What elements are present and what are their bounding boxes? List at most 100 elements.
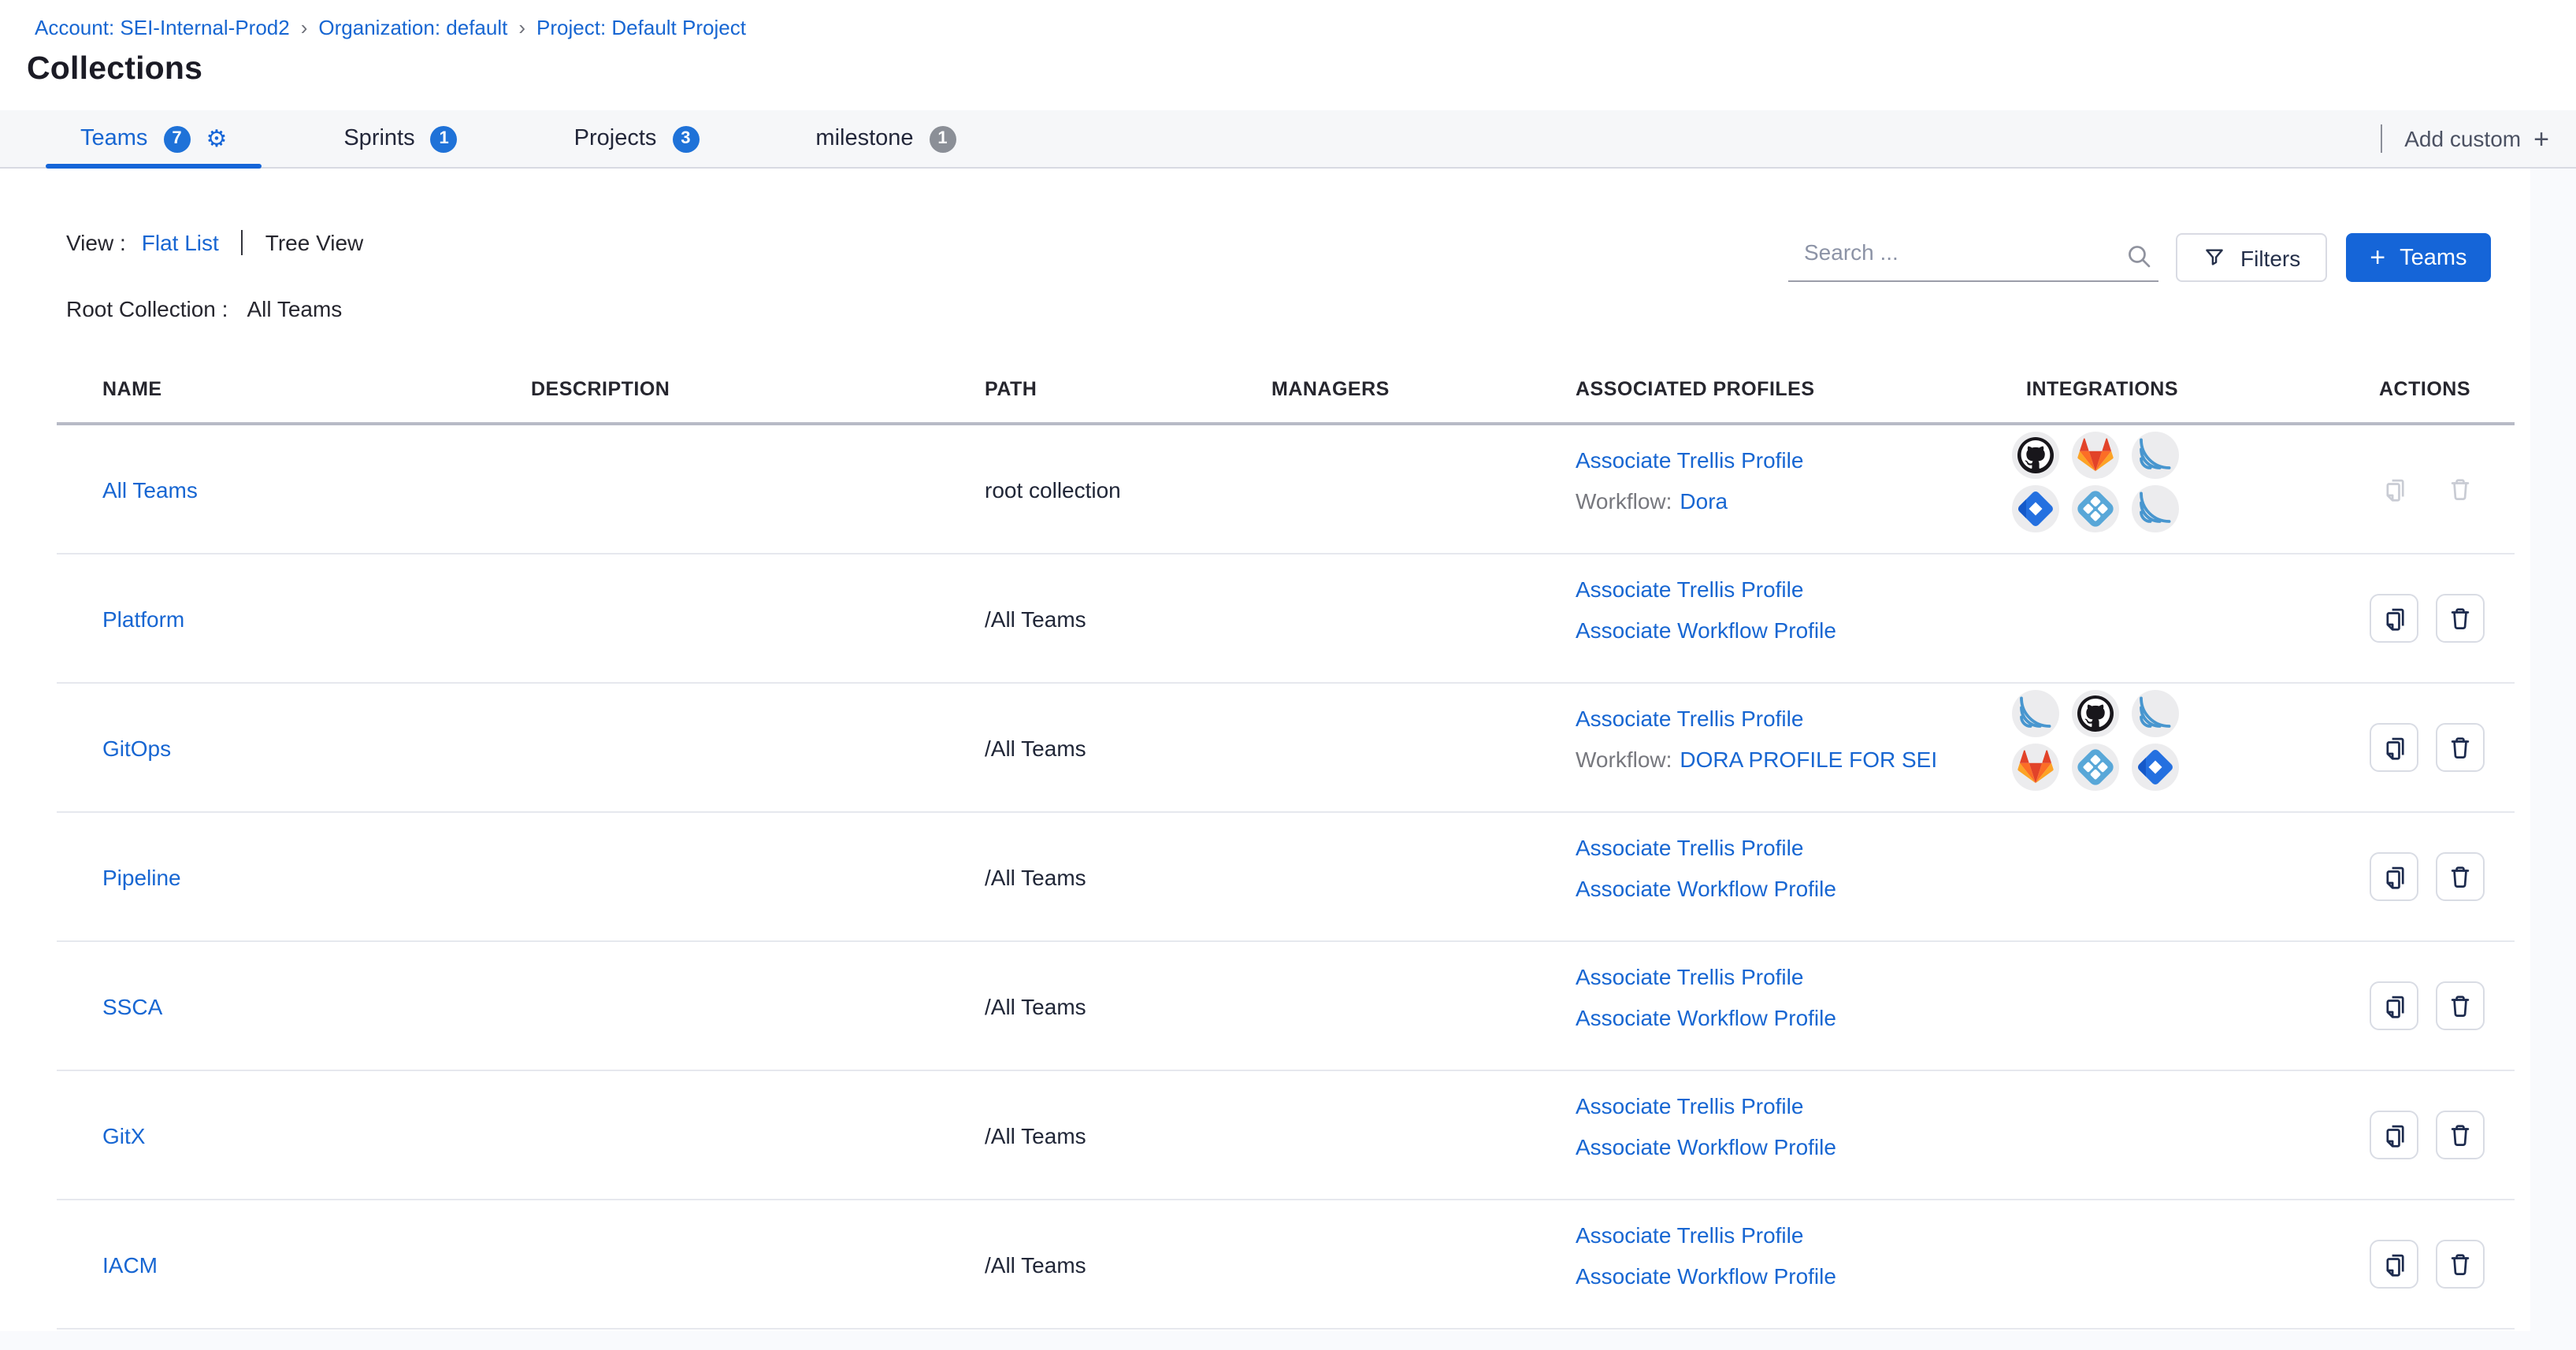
associate-trellis-profile-link[interactable]: Associate Trellis Profile [1576, 827, 1803, 868]
copy-icon [2381, 863, 2407, 890]
diamond-grid-icon [2072, 744, 2119, 791]
copy-icon [2381, 1251, 2407, 1278]
collections-table: NAME DESCRIPTION PATH MANAGERS ASSOCIATE… [57, 356, 2515, 1330]
plus-icon: + [2370, 244, 2385, 271]
delete-button [2436, 465, 2485, 514]
filters-button[interactable]: Filters [2176, 233, 2327, 282]
delete-button[interactable] [2436, 852, 2485, 901]
copy-button [2370, 465, 2418, 514]
delete-button[interactable] [2436, 981, 2485, 1030]
trash-icon [2447, 1122, 2474, 1148]
associate-trellis-profile-link[interactable]: Associate Trellis Profile [1576, 439, 1803, 480]
column-header-actions: ACTIONS [2363, 378, 2515, 400]
associate-workflow-profile-link[interactable]: Associate Workflow Profile [1576, 868, 1836, 909]
trash-icon [2447, 992, 2474, 1019]
tab-teams-count-badge: 7 [163, 125, 190, 152]
copy-icon [2381, 734, 2407, 761]
diamond-grid-icon [2072, 485, 2119, 532]
associate-trellis-profile-link[interactable]: Associate Trellis Profile [1576, 1085, 1803, 1126]
tab-teams[interactable]: Teams 7 ⚙ [46, 110, 262, 167]
tab-projects[interactable]: Projects 3 [540, 110, 734, 167]
delete-button[interactable] [2436, 1111, 2485, 1159]
column-header-integrations: INTEGRATIONS [2026, 378, 2363, 400]
associate-trellis-profile-link[interactable]: Associate Trellis Profile [1576, 698, 1803, 739]
tab-sprints-count-badge: 1 [431, 125, 458, 152]
sonarqube-icon [2132, 432, 2179, 479]
delete-button[interactable] [2436, 1240, 2485, 1289]
trash-icon [2447, 476, 2474, 503]
associate-workflow-profile-link[interactable]: Associate Workflow Profile [1576, 610, 1836, 651]
collection-tabs: Teams 7 ⚙ Sprints 1 Projects 3 milestone… [0, 110, 2576, 169]
table-row: Platform /All Teams Associate Trellis Pr… [57, 554, 2515, 684]
root-collection-row: Root Collection : All Teams [66, 296, 342, 321]
copy-button[interactable] [2370, 723, 2418, 772]
tab-sprints[interactable]: Sprints 1 [309, 110, 492, 167]
breadcrumb-organization-link[interactable]: Organization: default [318, 16, 507, 39]
column-header-name: NAME [57, 378, 531, 400]
table-row: GitX /All Teams Associate Trellis Profil… [57, 1071, 2515, 1200]
copy-button[interactable] [2370, 1240, 2418, 1289]
breadcrumb: Account: SEI-Internal-Prod2 › Organizati… [35, 16, 746, 39]
page-right-gutter [2530, 169, 2576, 1350]
view-tree-view-option[interactable]: Tree View [265, 230, 364, 255]
collection-name-link[interactable]: Pipeline [102, 864, 181, 889]
trash-icon [2447, 863, 2474, 890]
workflow-profile-link[interactable]: DORA PROFILE FOR SEI [1680, 739, 1937, 780]
path-value: /All Teams [985, 993, 1086, 1018]
path-value: /All Teams [985, 735, 1086, 760]
copy-button[interactable] [2370, 1111, 2418, 1159]
associate-trellis-profile-link[interactable]: Associate Trellis Profile [1576, 1215, 1803, 1255]
gitlab-icon [2072, 432, 2119, 479]
add-custom-label: Add custom [2404, 126, 2521, 151]
associate-trellis-profile-link[interactable]: Associate Trellis Profile [1576, 956, 1803, 997]
table-row: IACM /All Teams Associate Trellis Profil… [57, 1200, 2515, 1330]
sonarqube-icon [2132, 690, 2179, 737]
delete-button[interactable] [2436, 594, 2485, 643]
view-flat-list-option[interactable]: Flat List [142, 230, 219, 255]
collection-name-link[interactable]: Platform [102, 606, 184, 631]
collection-name-link[interactable]: GitOps [102, 735, 171, 760]
copy-button[interactable] [2370, 981, 2418, 1030]
tab-milestone[interactable]: milestone 1 [781, 110, 990, 167]
table-row: All Teams root collection Associate Trel… [57, 425, 2515, 554]
associate-workflow-profile-link[interactable]: Associate Workflow Profile [1576, 1126, 1836, 1167]
search-input[interactable] [1788, 234, 2158, 281]
trash-icon [2447, 734, 2474, 761]
tab-sprints-label: Sprints [343, 126, 414, 151]
add-custom-button[interactable]: Add custom + [2404, 125, 2549, 152]
column-header-managers: MANAGERS [1271, 378, 1576, 400]
copy-button[interactable] [2370, 852, 2418, 901]
gear-icon[interactable]: ⚙ [206, 127, 227, 150]
root-collection-label: Root Collection : [66, 296, 228, 321]
breadcrumb-project-link[interactable]: Project: Default Project [536, 16, 746, 39]
chevron-right-icon: › [301, 16, 308, 39]
collection-name-link[interactable]: GitX [102, 1122, 145, 1148]
column-header-description: DESCRIPTION [531, 378, 985, 400]
table-header: NAME DESCRIPTION PATH MANAGERS ASSOCIATE… [57, 356, 2515, 425]
chevron-right-icon: › [518, 16, 525, 39]
associate-workflow-profile-link[interactable]: Associate Workflow Profile [1576, 1255, 1836, 1296]
collection-name-link[interactable]: IACM [102, 1252, 158, 1277]
delete-button[interactable] [2436, 723, 2485, 772]
divider [2381, 124, 2382, 153]
collection-name-link[interactable]: SSCA [102, 993, 162, 1018]
breadcrumb-account-link[interactable]: Account: SEI-Internal-Prod2 [35, 16, 290, 39]
github-icon [2012, 432, 2059, 479]
plus-icon: + [2533, 125, 2549, 152]
workflow-profile-link[interactable]: Dora [1680, 480, 1728, 521]
copy-button[interactable] [2370, 594, 2418, 643]
add-teams-button[interactable]: + Teams [2346, 233, 2490, 282]
trash-icon [2447, 1251, 2474, 1278]
associate-workflow-profile-link[interactable]: Associate Workflow Profile [1576, 997, 1836, 1038]
jira-icon [2132, 744, 2179, 791]
associate-trellis-profile-link[interactable]: Associate Trellis Profile [1576, 569, 1803, 610]
collection-name-link[interactable]: All Teams [102, 477, 198, 502]
filters-button-label: Filters [2240, 245, 2300, 270]
tab-milestone-count-badge: 1 [930, 125, 956, 152]
path-value: /All Teams [985, 864, 1086, 889]
add-teams-button-label: Teams [2400, 245, 2467, 270]
sonarqube-icon [2132, 485, 2179, 532]
table-row: GitOps /All Teams Associate Trellis Prof… [57, 684, 2515, 813]
tab-milestone-label: milestone [815, 126, 913, 151]
path-value: /All Teams [985, 1252, 1086, 1277]
